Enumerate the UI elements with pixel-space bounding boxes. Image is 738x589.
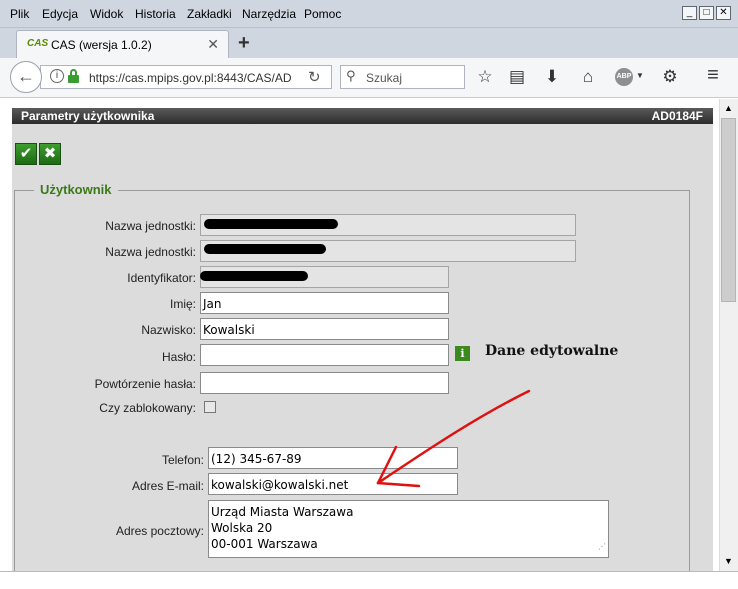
scroll-thumb[interactable] <box>721 118 736 302</box>
status-strip <box>0 571 738 589</box>
annotation-arrow <box>376 389 531 488</box>
annotation-arrow-head <box>376 481 421 488</box>
scroll-down-icon[interactable]: ▼ <box>719 553 738 570</box>
scroll-up-icon[interactable]: ▲ <box>719 100 738 117</box>
annotation-arrow-shaft <box>376 389 531 485</box>
